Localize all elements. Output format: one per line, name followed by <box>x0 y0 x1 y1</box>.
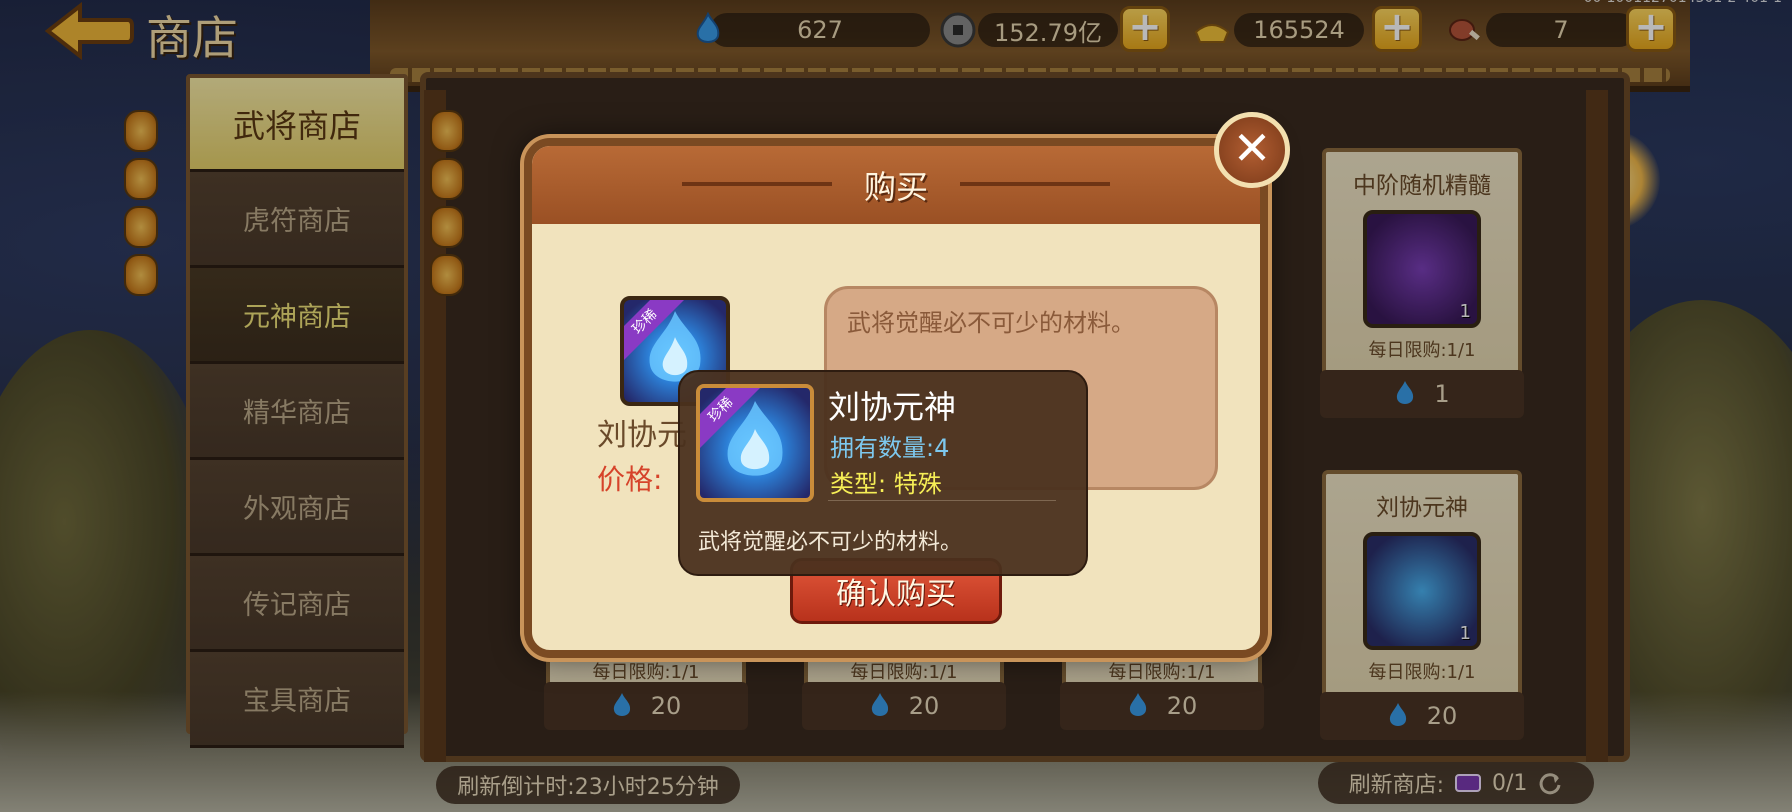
price-label: 价格: <box>597 463 663 496</box>
close-button[interactable]: ✕ <box>1214 112 1290 188</box>
header-ornament-left <box>682 182 832 186</box>
dialog-header: 购买 <box>532 146 1260 224</box>
item-description: 武将觉醒必不可少的材料。 <box>847 309 1135 337</box>
dialog-title: 购买 <box>863 168 928 206</box>
item-name: 刘协元 <box>597 418 687 453</box>
header-ornament-right <box>960 182 1110 186</box>
tooltip-item-name: 刘协元神 <box>828 388 957 426</box>
tooltip-divider <box>828 500 1056 501</box>
tooltip-description: 武将觉醒必不可少的材料。 <box>698 530 963 555</box>
item-tooltip: 珍稀 刘协元神 拥有数量:4 类型: 特殊 武将觉醒必不可少的材料。 <box>678 370 1088 576</box>
tooltip-owned-count: 拥有数量:4 <box>830 434 950 462</box>
tooltip-item-type: 类型: 特殊 <box>830 470 942 498</box>
close-icon: ✕ <box>1232 121 1272 175</box>
tooltip-item-icon: 珍稀 <box>696 384 814 502</box>
